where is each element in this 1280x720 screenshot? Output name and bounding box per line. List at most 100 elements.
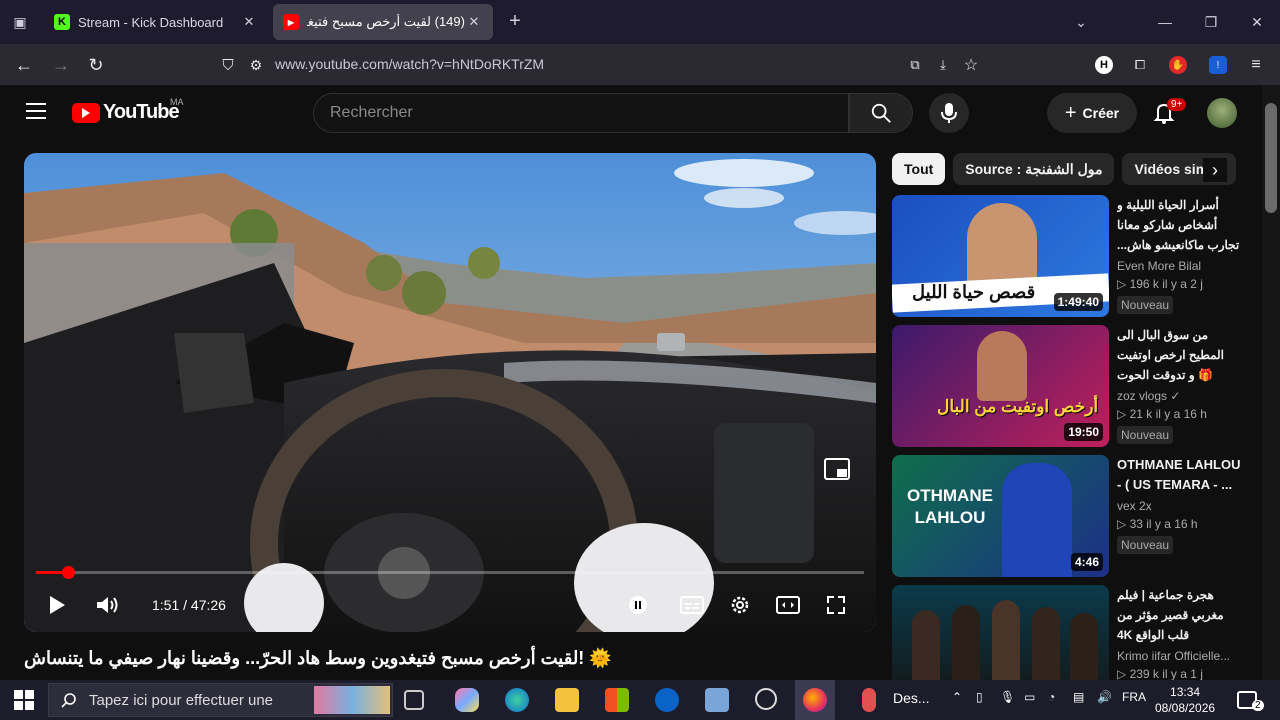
view-count: ▷ 33 il y a 16 h xyxy=(1117,517,1198,531)
microphone-icon xyxy=(941,103,957,123)
video-thumbnail[interactable]: قصص حياة الليل 1:49:40 xyxy=(892,195,1109,317)
firefox-taskbar-button[interactable] xyxy=(795,680,835,720)
tray-security-icon[interactable]: ◔ xyxy=(1048,690,1055,704)
settings-button[interactable] xyxy=(724,591,756,619)
recommendation-item[interactable]: هجرة جماعية | فيلم مغربي قصير مؤثر من قل… xyxy=(892,585,1252,680)
recommendation-item[interactable]: أرخص اوتفيت من البال 19:50 من سوق البال … xyxy=(892,325,1252,447)
permissions-icon[interactable]: ⚙ xyxy=(245,54,267,76)
scrollbar-thumb[interactable] xyxy=(1265,103,1277,213)
chevron-right-icon[interactable]: › xyxy=(1203,158,1227,182)
copilot-icon[interactable] xyxy=(455,688,479,712)
recommendation-title[interactable]: هجرة جماعية | فيلم مغربي قصير مؤثر من قل… xyxy=(1117,585,1242,645)
view-count: ▷ 21 k il y a 16 h xyxy=(1117,407,1207,421)
volume-button[interactable] xyxy=(92,591,124,619)
video-duration: 1:49:40 xyxy=(1053,293,1103,311)
extension-h-icon[interactable]: H xyxy=(1095,56,1113,74)
menu-icon[interactable] xyxy=(26,103,46,119)
close-window-icon[interactable]: ✕ xyxy=(1234,0,1280,44)
thumbnail-text: أرخص اوتفيت من البال xyxy=(937,397,1099,416)
tab-list-icon[interactable]: ▣ xyxy=(0,0,40,44)
view-count: ▷ 239 k il y a 1 j xyxy=(1117,667,1203,680)
youtube-play-logo-icon xyxy=(72,102,100,123)
kick-favicon-icon: K xyxy=(54,14,70,30)
microsoft-store-icon[interactable] xyxy=(605,688,629,712)
close-tab-icon[interactable]: ✕ xyxy=(240,14,258,30)
autoplay-toggle[interactable] xyxy=(622,591,654,619)
taskbar-clock[interactable]: 13:34 08/08/2026 xyxy=(1155,684,1215,716)
file-explorer-icon[interactable] xyxy=(555,688,579,712)
tab-kick-dashboard[interactable]: K Stream - Kick Dashboard ✕ xyxy=(44,4,268,40)
gear-icon xyxy=(731,596,749,614)
tray-device-icon[interactable]: ▯ xyxy=(976,690,983,704)
extension-shield-blue-icon[interactable]: ! xyxy=(1209,56,1227,74)
outlook-icon[interactable] xyxy=(655,688,679,712)
fullscreen-button[interactable] xyxy=(820,591,852,619)
progress-bar[interactable] xyxy=(36,566,864,579)
task-view-icon[interactable] xyxy=(404,690,424,710)
subtitles-button[interactable] xyxy=(676,591,708,619)
video-thumbnail[interactable]: أرخص اوتفيت من البال 19:50 xyxy=(892,325,1109,447)
view-count: ▷ 196 k il y a 2 j xyxy=(1117,277,1203,291)
taskbar-search-input[interactable]: Tapez ici pour effectuer une xyxy=(48,683,393,717)
search-highlight-image xyxy=(314,686,390,714)
recommendation-title[interactable]: من سوق البال الى المطيح ارخص اوتفيت 🎁 و … xyxy=(1117,325,1242,385)
video-thumbnail[interactable] xyxy=(892,585,1109,680)
miniplayer-icon[interactable] xyxy=(824,458,850,480)
extensions-puzzle-icon[interactable]: ⧠ xyxy=(1131,56,1149,74)
channel-name[interactable]: Krimo iifar Officielle... xyxy=(1117,649,1242,663)
youtube-favicon-icon: ▶ xyxy=(283,14,299,30)
recommendation-item[interactable]: قصص حياة الليل 1:49:40 أسرار الحياة اللي… xyxy=(892,195,1252,317)
video-player[interactable]: 1:51 / 47:26 xyxy=(24,153,876,632)
tray-mic-icon[interactable]: 🎙 xyxy=(1000,690,1015,704)
browser-menu-icon[interactable]: ≡ xyxy=(1247,56,1265,74)
url-bar[interactable]: www.youtube.com/watch?v=hNtDoRKTrZM xyxy=(275,56,544,72)
video-thumbnail[interactable]: OTHMANE LAHLOU 4:46 xyxy=(892,455,1109,577)
recommendation-title[interactable]: OTHMANE LAHLOU - ( US TEMARA - ... xyxy=(1117,455,1242,495)
minimize-icon[interactable]: — xyxy=(1142,0,1188,44)
tab-title: Stream - Kick Dashboard xyxy=(78,14,224,30)
speaker-icon[interactable]: 🔊 xyxy=(1097,690,1112,704)
channel-name[interactable]: zoz vlogs ✓ xyxy=(1117,389,1242,403)
download-icon[interactable]: ⤓ xyxy=(934,56,952,74)
desktop-app-label[interactable]: Des... xyxy=(893,690,930,706)
back-icon[interactable]: ← xyxy=(13,54,35,76)
new-tab-icon[interactable]: + xyxy=(504,10,526,33)
chevron-down-icon[interactable]: ⌄ xyxy=(1058,0,1104,44)
obs-icon[interactable] xyxy=(755,688,777,710)
tray-display-icon[interactable]: ▭ xyxy=(1024,690,1035,704)
new-badge: Nouveau xyxy=(1117,536,1174,554)
tray-chevron-icon[interactable]: ⌃ xyxy=(952,690,962,704)
extension-red-icon[interactable]: ✋ xyxy=(1169,56,1187,74)
search-input[interactable]: Rechercher xyxy=(313,93,849,133)
channel-name[interactable]: vex 2x xyxy=(1117,499,1242,513)
search-button[interactable] xyxy=(849,93,913,133)
page-scrollbar[interactable] xyxy=(1262,85,1280,680)
recommendation-item[interactable]: OTHMANE LAHLOU 4:46 OTHMANE LAHLOU - ( U… xyxy=(892,455,1252,577)
tab-youtube-video[interactable]: ▶ (149) لقيت أرخص مسبح فتيغدوي ✕ xyxy=(273,4,493,40)
voice-search-button[interactable] xyxy=(929,93,969,133)
clock-date: 08/08/2026 xyxy=(1155,701,1216,715)
reload-icon[interactable]: ↻ xyxy=(85,54,107,76)
windows-start-icon[interactable] xyxy=(14,690,34,710)
create-button[interactable]: + Créer xyxy=(1047,93,1137,133)
temperature-icon[interactable] xyxy=(862,688,876,712)
close-tab-icon[interactable]: ✕ xyxy=(465,14,483,30)
recommendation-title[interactable]: أسرار الحياة الليلية و أشخاص شاركو معانا… xyxy=(1117,195,1242,255)
chip-all[interactable]: Tout xyxy=(892,153,946,185)
play-button[interactable] xyxy=(41,591,73,619)
youtube-logo[interactable]: YouTube xyxy=(72,101,180,124)
edge-browser-icon[interactable] xyxy=(505,688,529,712)
input-language[interactable]: FRA xyxy=(1122,690,1146,704)
picture-in-picture-icon[interactable]: ⧉ xyxy=(906,56,924,74)
channel-name[interactable]: Even More Bilal xyxy=(1117,259,1242,273)
network-icon[interactable]: ▤ xyxy=(1073,690,1084,704)
chip-source[interactable]: Source : مول الشفنجة xyxy=(953,153,1115,185)
theater-mode-button[interactable] xyxy=(772,591,804,619)
avatar[interactable] xyxy=(1207,98,1237,128)
network-app-icon[interactable] xyxy=(705,688,729,712)
shield-icon[interactable]: ⛉ xyxy=(217,54,239,76)
forward-icon[interactable]: → xyxy=(50,54,72,76)
bookmark-star-icon[interactable]: ☆ xyxy=(962,56,980,74)
restore-icon[interactable]: ❐ xyxy=(1188,0,1234,44)
create-label: Créer xyxy=(1082,105,1120,121)
